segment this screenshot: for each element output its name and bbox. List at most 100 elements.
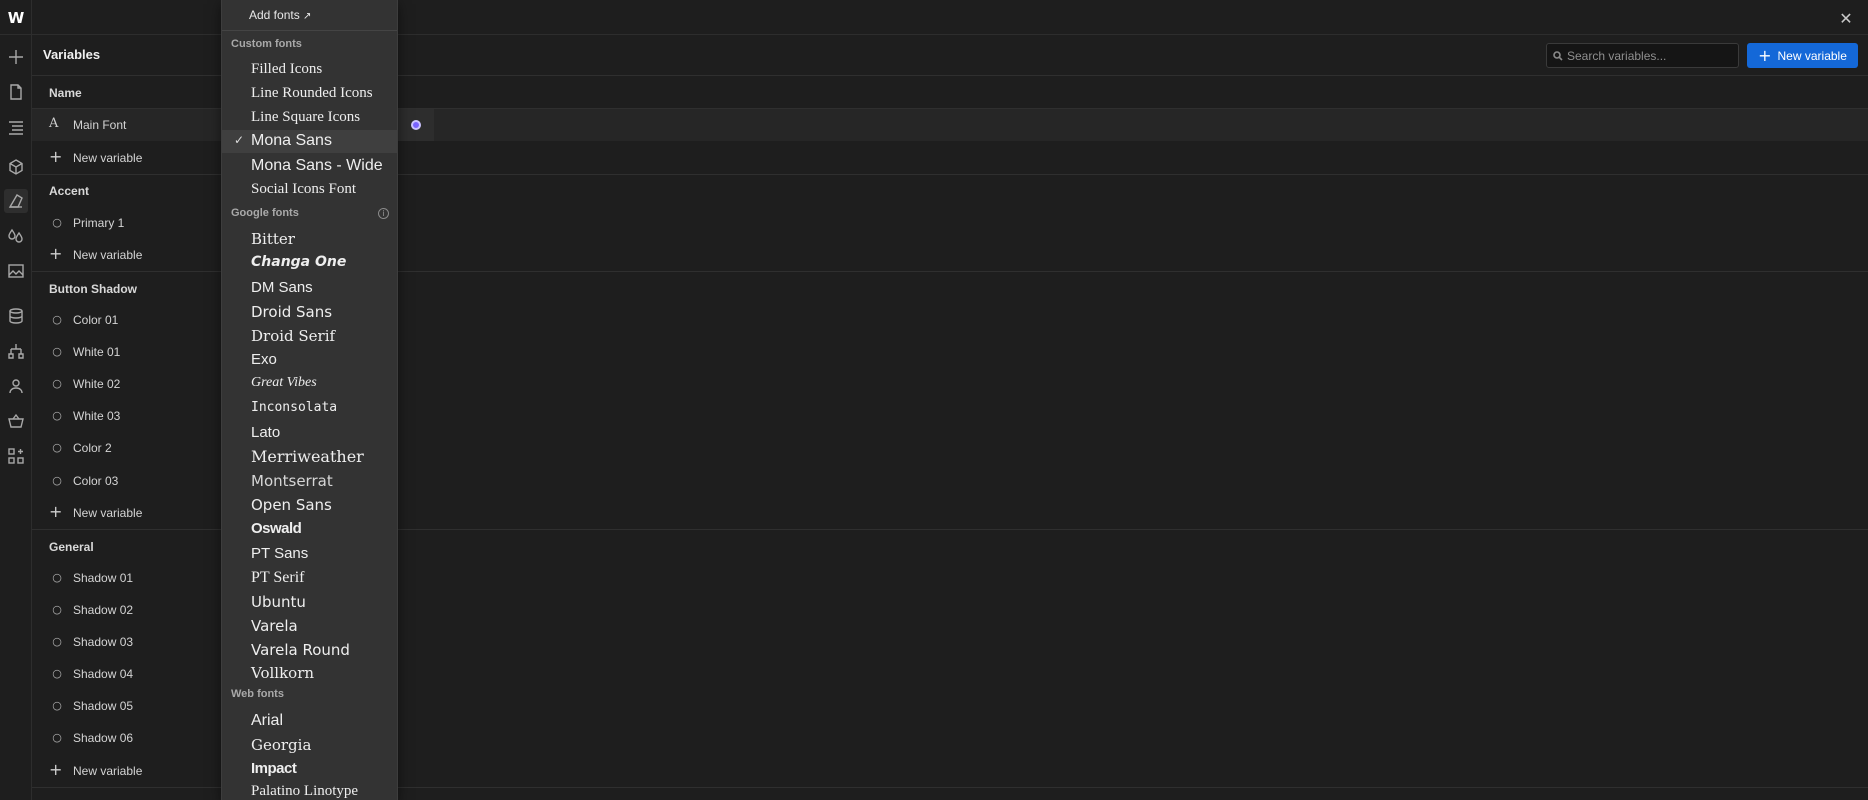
font-option[interactable]: Social Icons Font bbox=[251, 181, 356, 198]
font-option[interactable]: Arial bbox=[251, 712, 283, 730]
left-rail bbox=[0, 35, 32, 800]
variable-name[interactable]: Primary 1 bbox=[73, 216, 124, 230]
font-option[interactable]: Georgia bbox=[251, 736, 311, 754]
plus-icon: + bbox=[49, 502, 63, 521]
font-option[interactable]: Oswald bbox=[251, 520, 302, 537]
variable-name[interactable]: Shadow 05 bbox=[73, 699, 133, 713]
color-drop-icon: ○ bbox=[52, 474, 62, 487]
new-variable-link[interactable]: New variable bbox=[73, 248, 142, 262]
add-fonts-link[interactable]: Add fonts ↗ bbox=[249, 8, 311, 22]
color-drop-icon: ○ bbox=[52, 699, 62, 712]
new-variable-link[interactable]: New variable bbox=[73, 151, 142, 165]
new-variable-button[interactable]: + New variable bbox=[1747, 43, 1858, 68]
assets-icon[interactable] bbox=[4, 259, 28, 283]
variable-name[interactable]: Color 01 bbox=[73, 313, 118, 327]
new-variable-button-label: New variable bbox=[1777, 48, 1847, 63]
font-option[interactable]: Open Sans bbox=[251, 496, 332, 514]
new-variable-link[interactable]: New variable bbox=[73, 506, 142, 520]
font-option[interactable]: Changa One bbox=[251, 254, 346, 270]
color-drop-icon: ○ bbox=[52, 216, 62, 229]
font-option[interactable]: Exo bbox=[251, 351, 277, 368]
plus-icon: + bbox=[49, 760, 63, 779]
panel-title: Variables bbox=[43, 47, 101, 62]
info-icon[interactable]: i bbox=[378, 208, 389, 219]
new-variable-link[interactable]: New variable bbox=[73, 764, 142, 778]
font-option[interactable]: Great Vibes bbox=[251, 375, 317, 391]
search-icon bbox=[1553, 50, 1563, 61]
navigator-icon[interactable] bbox=[4, 115, 28, 139]
variable-name[interactable]: Shadow 04 bbox=[73, 667, 133, 681]
color-drop-icon: ○ bbox=[52, 441, 62, 454]
variable-name[interactable]: Shadow 03 bbox=[73, 635, 133, 649]
font-option[interactable]: Mona Sans - Wide bbox=[251, 157, 383, 175]
color-drop-icon: ○ bbox=[52, 313, 62, 326]
font-option[interactable]: DM Sans bbox=[251, 279, 313, 296]
group-header: Accent bbox=[49, 184, 90, 198]
font-option[interactable]: Droid Serif bbox=[251, 327, 335, 345]
font-option[interactable]: PT Sans bbox=[251, 545, 308, 562]
font-option[interactable]: Bitter bbox=[251, 230, 295, 248]
variable-name[interactable]: Shadow 02 bbox=[73, 603, 133, 617]
font-option[interactable]: Line Rounded Icons bbox=[251, 85, 373, 102]
check-icon: ✓ bbox=[234, 133, 245, 147]
font-option[interactable]: Varela Round bbox=[251, 641, 350, 659]
color-drop-icon: ○ bbox=[52, 571, 62, 584]
font-option[interactable]: Montserrat bbox=[251, 472, 333, 490]
color-drop-icon: ○ bbox=[52, 731, 62, 744]
plus-icon: + bbox=[1758, 45, 1772, 65]
font-option-selected[interactable]: Mona Sans bbox=[251, 132, 332, 150]
logic-icon[interactable] bbox=[4, 339, 28, 363]
color-drop-icon: ○ bbox=[52, 635, 62, 648]
variable-name[interactable]: White 02 bbox=[73, 377, 120, 391]
font-option[interactable]: Lato bbox=[251, 424, 280, 441]
font-option[interactable]: Palatino Linotype bbox=[251, 783, 358, 800]
font-option[interactable]: Merriweather bbox=[251, 447, 364, 466]
divider bbox=[222, 30, 397, 31]
font-option[interactable]: PT Serif bbox=[251, 569, 304, 587]
section-header-google-fonts: Google fonts bbox=[231, 207, 299, 219]
font-option[interactable]: Impact bbox=[251, 760, 297, 777]
users-icon[interactable] bbox=[4, 374, 28, 398]
font-option[interactable]: Inconsolata bbox=[251, 400, 337, 415]
color-drop-icon: ○ bbox=[52, 667, 62, 680]
variable-name[interactable]: Color 2 bbox=[73, 441, 112, 455]
apps-icon[interactable] bbox=[4, 444, 28, 468]
plus-icon: + bbox=[49, 147, 63, 166]
variable-name[interactable]: White 03 bbox=[73, 409, 120, 423]
styles-icon[interactable] bbox=[4, 224, 28, 248]
group-header: Button Shadow bbox=[49, 282, 137, 296]
variable-name[interactable]: Shadow 06 bbox=[73, 731, 133, 745]
close-icon[interactable]: ✕ bbox=[1836, 8, 1856, 28]
components-icon[interactable] bbox=[4, 155, 28, 179]
font-icon: A bbox=[49, 116, 59, 131]
variable-name[interactable]: Main Font bbox=[73, 118, 126, 132]
external-link-icon: ↗ bbox=[303, 11, 312, 22]
column-header-name: Name bbox=[49, 86, 82, 100]
cms-icon[interactable] bbox=[4, 304, 28, 328]
color-drop-icon: ○ bbox=[52, 377, 62, 390]
section-header-web-fonts: Web fonts bbox=[231, 688, 284, 700]
variable-name[interactable]: White 01 bbox=[73, 345, 120, 359]
variables-icon[interactable] bbox=[4, 189, 28, 213]
color-drop-icon: ○ bbox=[52, 345, 62, 358]
webflow-logo-icon[interactable]: W bbox=[0, 0, 32, 35]
ecommerce-icon[interactable] bbox=[4, 409, 28, 433]
add-fonts-label: Add fonts bbox=[249, 8, 300, 22]
font-option[interactable]: Line Square Icons bbox=[251, 109, 360, 126]
font-option[interactable]: Ubuntu bbox=[251, 593, 306, 611]
section-header-custom-fonts: Custom fonts bbox=[231, 38, 302, 50]
status-dot bbox=[411, 120, 421, 130]
font-option[interactable]: Varela bbox=[251, 617, 298, 635]
font-dropdown-menu: Add fonts ↗ Custom fonts Filled Icons Li… bbox=[221, 0, 398, 800]
color-drop-icon: ○ bbox=[52, 603, 62, 616]
font-option[interactable]: Filled Icons bbox=[251, 61, 322, 78]
font-option[interactable]: Droid Sans bbox=[251, 303, 332, 321]
font-option[interactable]: Vollkorn bbox=[251, 664, 314, 682]
plus-icon: + bbox=[49, 244, 63, 263]
pages-icon[interactable] bbox=[4, 80, 28, 104]
search-field[interactable] bbox=[1546, 43, 1739, 68]
variable-name[interactable]: Shadow 01 bbox=[73, 571, 133, 585]
add-icon[interactable] bbox=[4, 45, 28, 69]
variable-name[interactable]: Color 03 bbox=[73, 474, 118, 488]
search-input[interactable] bbox=[1567, 48, 1737, 63]
